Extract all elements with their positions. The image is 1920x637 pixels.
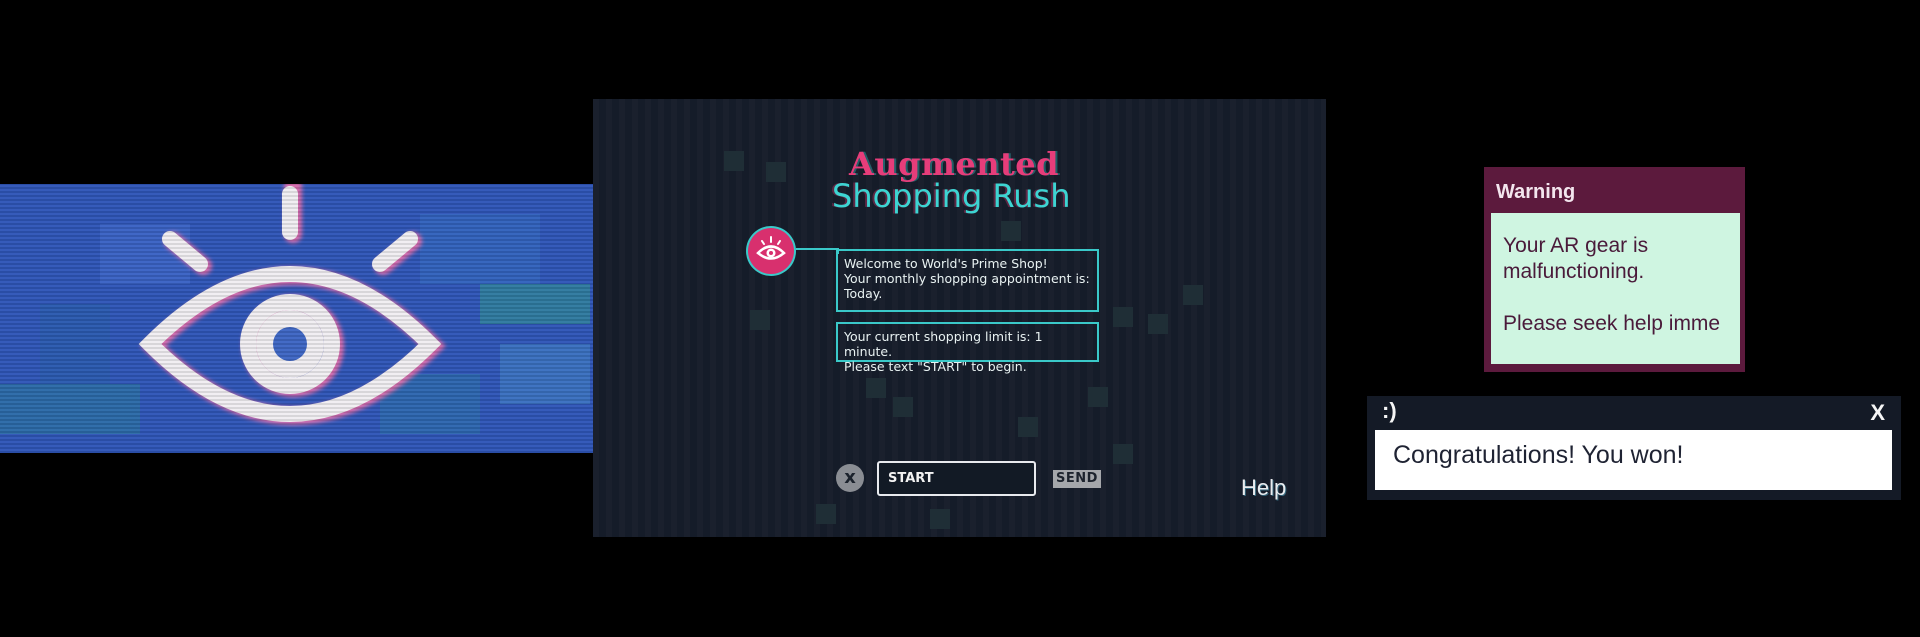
congrats-body: Congratulations! You won! (1375, 430, 1892, 490)
warning-line: Your AR gear is (1503, 234, 1649, 257)
help-link[interactable]: Help (1241, 475, 1286, 501)
deco-square (1001, 221, 1021, 241)
deco-square (1183, 285, 1203, 305)
warning-body: Your AR gear is malfunctioning. Please s… (1491, 213, 1740, 364)
deco-square (750, 310, 770, 330)
deco-square (930, 509, 950, 529)
deco-square (893, 397, 913, 417)
chat-message: Your current shopping limit is: 1 minute… (836, 322, 1099, 374)
warning-dialog: Warning Your AR gear is malfunctioning. … (1484, 167, 1745, 372)
clear-input-button[interactable]: x (836, 464, 864, 492)
deco-square (766, 162, 786, 182)
chat-message-line: Today. (844, 286, 883, 301)
chat-message: Welcome to World's Prime Shop! Your mont… (836, 249, 1099, 312)
chat-connector (796, 248, 839, 250)
warning-line: malfunctioning. (1503, 260, 1645, 283)
deco-square (816, 504, 836, 524)
deco-square (1088, 387, 1108, 407)
close-button[interactable]: X (1870, 400, 1885, 426)
deco-square (1148, 314, 1168, 334)
deco-square (724, 151, 744, 171)
chat-avatar (748, 228, 794, 274)
game-title-line2: Shopping Rush (832, 177, 1071, 215)
deco-square (1113, 307, 1133, 327)
eye-banner (0, 184, 594, 453)
game-screen: Augmented Shopping Rush Welcome to World… (593, 99, 1326, 537)
warning-title: Warning (1496, 181, 1576, 203)
warning-line: Please seek help imme (1503, 312, 1721, 335)
chat-message-line: Please text "START" to begin. (844, 359, 1027, 374)
congrats-message: Congratulations! You won! (1393, 441, 1684, 469)
chat-message-line: Welcome to World's Prime Shop! (844, 256, 1048, 271)
eye-icon (756, 236, 786, 260)
congrats-dialog: :) X Congratulations! You won! (1367, 396, 1901, 500)
close-icon: x (844, 467, 856, 488)
chat-message-line: Your current shopping limit is: 1 minute… (844, 329, 1043, 359)
deco-square (1018, 417, 1038, 437)
message-input[interactable] (877, 461, 1036, 496)
deco-square (866, 378, 886, 398)
send-button[interactable]: SEND (1053, 470, 1101, 488)
congrats-title: :) (1382, 398, 1397, 423)
deco-square (1113, 444, 1133, 464)
chat-message-line: Your monthly shopping appointment is: (844, 271, 1090, 286)
